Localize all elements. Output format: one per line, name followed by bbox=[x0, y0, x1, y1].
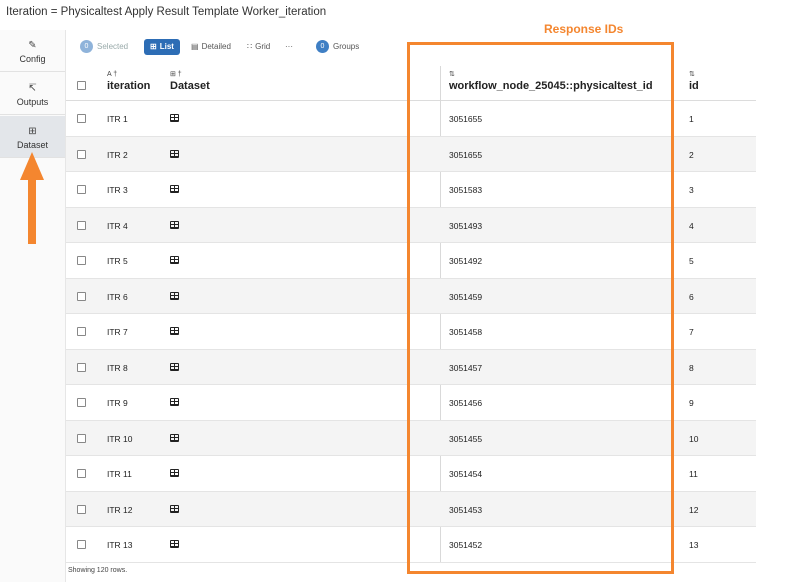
row-checkbox[interactable] bbox=[77, 433, 86, 443]
dataset-icon[interactable] bbox=[170, 149, 179, 158]
cell-id: 4 bbox=[689, 220, 694, 231]
dataset-icon[interactable] bbox=[170, 362, 179, 371]
edit-icon: ✎ bbox=[28, 40, 37, 51]
row-checkbox[interactable] bbox=[77, 114, 86, 123]
row-checkbox[interactable] bbox=[77, 362, 86, 372]
cell-id: 12 bbox=[689, 504, 699, 515]
orange-up-arrow-annotation bbox=[20, 152, 44, 244]
cell-iteration: ITR 3 bbox=[107, 185, 128, 195]
row-count-footer: Showing 120 rows. bbox=[68, 567, 128, 574]
more-options-button[interactable]: ··· bbox=[285, 39, 293, 55]
chart-icon: ↸ bbox=[28, 83, 37, 94]
detailed-view-label: Detailed bbox=[201, 42, 231, 51]
detailed-view-button[interactable]: ▤ Detailed bbox=[191, 39, 231, 55]
cell-iteration: ITR 5 bbox=[107, 256, 128, 266]
cell-id: 7 bbox=[689, 327, 694, 337]
table-type-pin-icon: ⊞ † bbox=[170, 71, 182, 78]
dataset-icon[interactable] bbox=[170, 398, 179, 406]
list-view-button[interactable]: ⊞ List bbox=[144, 39, 180, 55]
sort-icon: ⇅ bbox=[689, 71, 695, 78]
grid-icon: ∷ bbox=[247, 42, 253, 51]
left-panel: ✎ Config ↸ Outputs ⊞ Dataset bbox=[0, 30, 66, 582]
column-header-label: id bbox=[689, 80, 699, 92]
detailed-icon: ▤ bbox=[191, 42, 199, 51]
cell-id: 1 bbox=[689, 114, 694, 124]
cell-iteration: ITR 1 bbox=[107, 114, 128, 124]
selected-toggle[interactable]: 0 Selected bbox=[80, 39, 128, 55]
groups-button[interactable]: 0 Groups bbox=[316, 39, 359, 55]
cell-id: 8 bbox=[689, 362, 694, 373]
groups-label: Groups bbox=[333, 42, 360, 51]
dataset-icon[interactable] bbox=[170, 256, 179, 264]
text-type-pin-icon: A † bbox=[107, 71, 118, 78]
list-view-label: List bbox=[159, 42, 174, 51]
cell-iteration: ITR 2 bbox=[107, 149, 128, 160]
dataset-icon[interactable] bbox=[170, 220, 179, 229]
row-checkbox[interactable] bbox=[77, 540, 86, 549]
cell-id: 13 bbox=[689, 540, 699, 550]
list-icon: ⊞ bbox=[150, 42, 157, 51]
cell-id: 3 bbox=[689, 185, 694, 195]
column-header-label: Dataset bbox=[170, 80, 210, 92]
select-all-checkbox[interactable] bbox=[77, 81, 86, 90]
cell-id: 10 bbox=[689, 433, 699, 444]
row-checkbox[interactable] bbox=[77, 398, 86, 407]
row-checkbox[interactable] bbox=[77, 504, 86, 514]
cell-iteration: ITR 8 bbox=[107, 362, 128, 373]
response-ids-highlight-box bbox=[407, 42, 674, 574]
dataset-icon[interactable] bbox=[170, 433, 179, 442]
grid-view-button[interactable]: ∷ Grid bbox=[247, 39, 270, 55]
sidebar-tab-label: Outputs bbox=[16, 97, 49, 107]
sidebar-tab-label: Dataset bbox=[16, 140, 49, 150]
column-header-id[interactable]: ⇅ id bbox=[689, 70, 699, 92]
window-title: Iteration = Physicaltest Apply Result Te… bbox=[6, 6, 327, 18]
dataset-icon[interactable] bbox=[170, 327, 179, 335]
cell-iteration: ITR 11 bbox=[107, 469, 132, 479]
cell-iteration: ITR 6 bbox=[107, 291, 128, 302]
row-checkbox[interactable] bbox=[77, 185, 86, 194]
row-checkbox[interactable] bbox=[77, 256, 86, 265]
grid-view-label: Grid bbox=[255, 42, 271, 51]
dataset-icon[interactable] bbox=[170, 469, 179, 477]
row-checkbox[interactable] bbox=[77, 291, 86, 301]
cell-iteration: ITR 9 bbox=[107, 398, 128, 408]
cell-id: 9 bbox=[689, 398, 694, 408]
column-header-iteration[interactable]: A † iteration bbox=[107, 70, 150, 92]
cell-id: 6 bbox=[689, 291, 694, 302]
cell-iteration: ITR 12 bbox=[107, 504, 133, 515]
sidebar-tab-label: Config bbox=[19, 54, 46, 64]
groups-count-badge: 0 bbox=[316, 40, 329, 54]
dataset-icon[interactable] bbox=[170, 540, 179, 548]
dataset-icon[interactable] bbox=[170, 185, 179, 193]
cell-iteration: ITR 4 bbox=[107, 220, 128, 231]
sidebar-tab-outputs[interactable]: ↸ Outputs bbox=[0, 73, 65, 115]
table-icon: ⊞ bbox=[28, 126, 37, 137]
row-checkbox[interactable] bbox=[77, 469, 86, 478]
dataset-icon[interactable] bbox=[170, 291, 179, 300]
dataset-icon[interactable] bbox=[170, 504, 179, 513]
cell-id: 5 bbox=[689, 256, 694, 266]
selected-count-badge: 0 bbox=[80, 40, 93, 54]
cell-iteration: ITR 13 bbox=[107, 540, 133, 550]
row-checkbox[interactable] bbox=[77, 327, 86, 336]
selected-label: Selected bbox=[97, 42, 129, 51]
cell-id: 2 bbox=[689, 149, 694, 160]
cell-iteration: ITR 10 bbox=[107, 433, 133, 444]
cell-iteration: ITR 7 bbox=[107, 327, 128, 337]
response-ids-annotation-label: Response IDs bbox=[544, 22, 624, 36]
column-header-label: iteration bbox=[107, 80, 151, 92]
row-checkbox[interactable] bbox=[77, 149, 86, 159]
sidebar-tab-config[interactable]: ✎ Config bbox=[0, 30, 65, 72]
cell-id: 11 bbox=[689, 469, 698, 479]
column-header-dataset[interactable]: ⊞ † Dataset bbox=[170, 70, 210, 92]
dataset-icon[interactable] bbox=[170, 114, 179, 122]
row-checkbox[interactable] bbox=[77, 220, 86, 230]
more-icon: ··· bbox=[285, 42, 293, 51]
